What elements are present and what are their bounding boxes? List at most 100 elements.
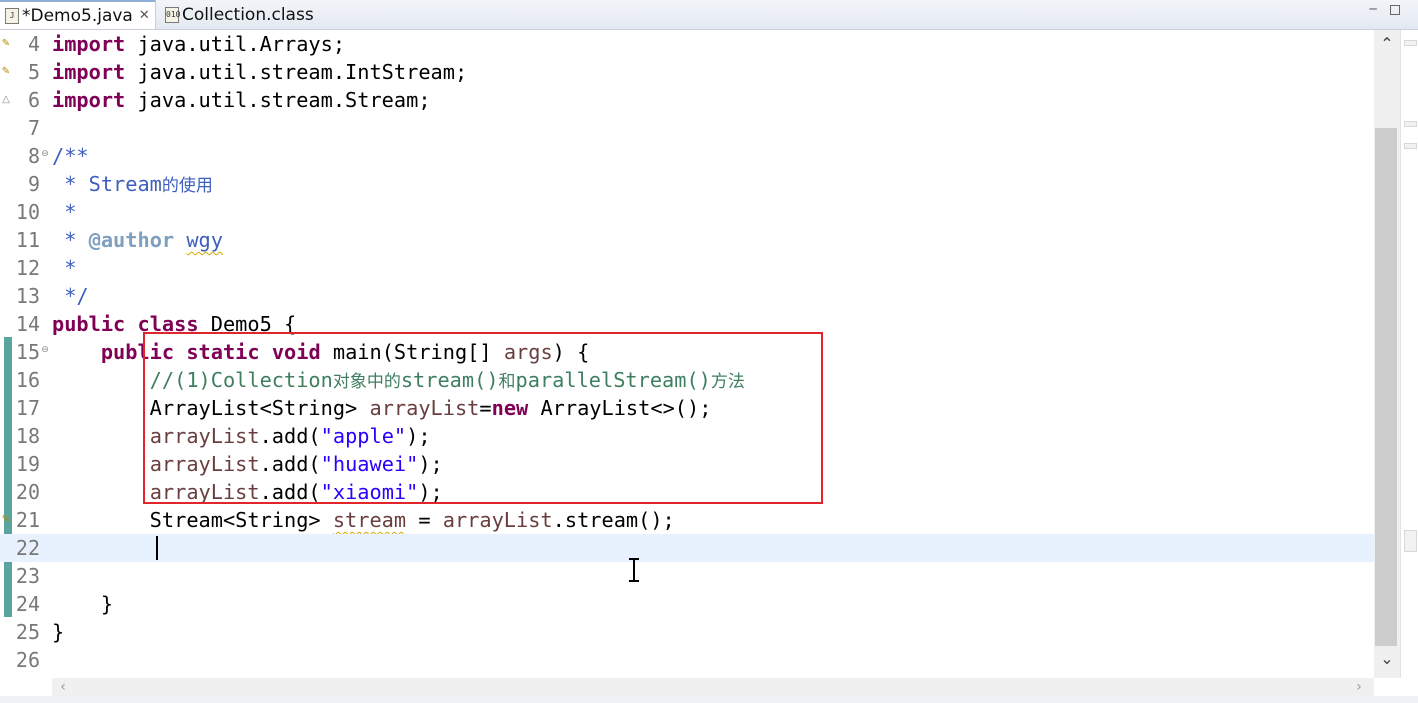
code-token: wgy [186,228,223,252]
overview-marker[interactable] [1404,143,1417,149]
code-line[interactable]: 19 arrayList.add("huawei"); [0,450,1374,478]
code-token: ArrayList<>(); [528,396,712,420]
code-line[interactable]: 25} [0,618,1374,646]
line-number: 9 [27,172,40,196]
code-token: /** [52,144,89,168]
minimize-icon[interactable]: ─ [1366,3,1380,15]
code-line[interactable]: 6 import java.util.stream.Stream; [0,86,1374,114]
code-token: * [52,228,89,252]
code-line[interactable]: 20 arrayList.add("xiaomi"); [0,478,1374,506]
code-line[interactable]: 8 ⊖/** [0,142,1374,170]
vertical-scrollbar-thumb[interactable] [1375,128,1397,646]
code-token: */ [52,284,89,308]
code-token: arrayList [442,508,553,532]
line-number: 24 [15,592,40,616]
line-number: 18 [15,424,40,448]
code-line[interactable]: 16 //(1)Collection对象中的stream()和parallelS… [0,366,1374,394]
code-token: = [479,396,492,420]
code-line[interactable]: 5 import java.util.stream.IntStream; [0,58,1374,86]
code-token: static [186,340,260,364]
code-line[interactable]: 14 public class Demo5 { [0,310,1374,338]
code-line[interactable]: 18 arrayList.add("apple"); [0,422,1374,450]
code-token: ArrayList<String> [52,396,370,420]
warning-lightbulb-icon[interactable]: ✎ [0,513,12,527]
code-token: java.util.stream.Stream; [125,88,431,112]
line-number: 13 [15,284,40,308]
scroll-left-icon[interactable]: ‹ [54,678,72,696]
code-line[interactable]: 22 [0,534,1374,562]
code-token: new [491,396,529,420]
code-text: } [52,590,113,618]
line-number: 25 [15,620,40,644]
code-text: ArrayList<String> arrayList=new ArrayLis… [52,394,712,422]
code-token: = [406,508,443,532]
overview-marker[interactable] [1404,121,1417,127]
code-token: //(1)Collection [52,368,333,392]
code-line[interactable]: 15 ⊖ public static void main(String[] arg… [0,338,1374,366]
code-line[interactable]: 10 * [0,198,1374,226]
code-token: java.util.stream.IntStream; [125,60,468,84]
scroll-down-icon[interactable]: ⌄ [1374,648,1400,670]
code-token: arrayList [369,396,480,420]
line-number: 6 [27,88,40,112]
line-number: 16 [15,368,40,392]
code-line[interactable]: 4 import java.util.Arrays; [0,30,1374,58]
code-line[interactable]: 7 [0,114,1374,142]
code-line[interactable]: 21 Stream<String> stream = arrayList.str… [0,506,1374,534]
line-number: 7 [27,116,40,140]
code-text: public class Demo5 { [52,310,296,338]
code-token: parallelStream() [515,368,711,392]
code-line[interactable]: 26 [0,646,1374,674]
warning-lightbulb-icon[interactable]: ✎ [0,65,12,79]
overview-marker[interactable] [1404,40,1417,46]
tab-collection-class[interactable]: 010 Collection.class [160,0,330,29]
code-token: "apple" [320,424,407,448]
horizontal-scrollbar[interactable] [52,678,1374,696]
code-token: 和 [498,372,516,392]
scroll-up-icon[interactable]: ⌃ [1374,33,1400,55]
scroll-right-icon[interactable]: › [1350,678,1368,696]
code-token: "huawei" [320,452,419,476]
code-line[interactable]: 23 [0,562,1374,590]
code-token: args [503,340,553,364]
code-line[interactable]: 17 ArrayList<String> arrayList=new Array… [0,394,1374,422]
line-number: 17 [15,396,40,420]
line-number: 19 [15,452,40,476]
code-token: * Stream [52,172,162,196]
warning-icon[interactable]: △ [0,93,12,107]
line-number: 4 [27,32,40,56]
code-token: 的使用 [161,176,213,196]
code-line[interactable]: 24 } [0,590,1374,618]
code-token: ); [418,480,443,504]
code-token: main(String[] [320,340,504,364]
code-text: import java.util.stream.IntStream; [52,58,467,86]
code-token: .add( [259,480,321,504]
code-token: .add( [259,424,321,448]
code-line[interactable]: 9 * Stream的使用 [0,170,1374,198]
line-number: 23 [15,564,40,588]
tab-demo5-java[interactable]: J *Demo5.java ✕ [0,0,156,29]
code-editor[interactable]: 4 import java.util.Arrays; 5 import java.ut… [0,30,1374,678]
close-icon[interactable]: ✕ [139,8,150,23]
overview-marker[interactable] [1404,530,1417,552]
code-text: * Stream的使用 [52,170,213,198]
line-number: 14 [15,312,40,336]
line-number: 8 [27,144,40,168]
overview-ruler[interactable] [1400,30,1418,678]
code-token: public [100,340,175,364]
code-token: .add( [259,452,321,476]
maximize-icon[interactable] [1390,5,1400,15]
code-line[interactable]: 12 * [0,254,1374,282]
line-number: 10 [15,200,40,224]
code-token: import [52,32,126,56]
fold-collapse-icon[interactable]: ⊖ [40,345,50,355]
code-line[interactable]: 11 * @author wgy [0,226,1374,254]
code-token: } [52,620,65,644]
fold-collapse-icon[interactable]: ⊖ [40,149,50,159]
code-text: arrayList.add("huawei"); [52,450,443,478]
code-line[interactable]: 13 */ [0,282,1374,310]
warning-lightbulb-icon[interactable]: ✎ [0,37,12,51]
